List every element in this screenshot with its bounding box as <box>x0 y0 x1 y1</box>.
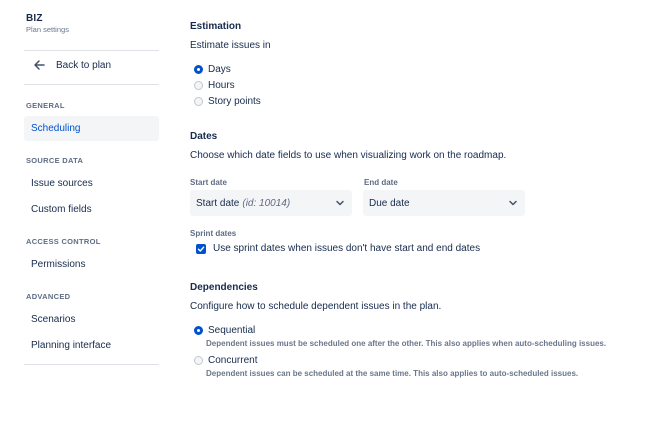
radio-hours-label: Hours <box>208 80 235 91</box>
chevron-down-icon <box>336 200 344 206</box>
sprint-dates-checkbox-label: Use sprint dates when issues don't have … <box>213 243 481 254</box>
sidebar-item-issue-sources[interactable]: Issue sources <box>24 171 159 196</box>
end-date-label: End date <box>364 178 398 187</box>
section-heading-advanced: ADVANCED <box>26 292 71 301</box>
radio-checked-icon <box>194 65 203 74</box>
radio-days[interactable]: Days <box>194 64 231 75</box>
concurrent-description: Dependent issues can be scheduled at the… <box>206 369 579 378</box>
section-heading-source-data: SOURCE DATA <box>26 156 84 165</box>
checkbox-checked-icon <box>196 243 206 254</box>
back-to-plan-button[interactable]: Back to plan <box>24 52 159 78</box>
sidebar-item-custom-fields[interactable]: Custom fields <box>24 197 159 222</box>
project-subtitle: Plan settings <box>26 25 69 34</box>
settings-content: Estimation Estimate issues in Days Hours… <box>190 0 646 421</box>
radio-days-label: Days <box>208 64 231 75</box>
radio-checked-icon <box>194 326 203 335</box>
dependencies-heading: Dependencies <box>190 282 258 293</box>
radio-concurrent-label: Concurrent <box>208 355 258 366</box>
dates-description: Choose which date fields to use when vis… <box>190 150 507 161</box>
radio-sequential-label: Sequential <box>208 325 256 336</box>
radio-unchecked-icon <box>194 81 203 90</box>
section-heading-general: GENERAL <box>26 101 65 110</box>
start-date-label: Start date <box>190 178 227 187</box>
start-date-select[interactable]: Start date (id: 10014) <box>190 190 352 216</box>
dependencies-description: Configure how to schedule dependent issu… <box>190 301 442 312</box>
back-to-plan-label: Back to plan <box>56 59 112 71</box>
sidebar-item-planning-interface[interactable]: Planning interface <box>24 333 159 358</box>
estimation-description: Estimate issues in <box>190 40 271 51</box>
project-name: BIZ <box>26 13 43 24</box>
divider <box>24 50 159 51</box>
radio-unchecked-icon <box>194 97 203 106</box>
section-heading-access-control: ACCESS CONTROL <box>26 237 101 246</box>
radio-sequential[interactable]: Sequential <box>194 325 255 336</box>
radio-unchecked-icon <box>194 356 203 365</box>
sprint-dates-checkbox[interactable]: Use sprint dates when issues don't have … <box>196 243 480 254</box>
divider <box>24 364 159 365</box>
arrow-left-icon <box>32 58 46 72</box>
sidebar-item-permissions[interactable]: Permissions <box>24 252 159 277</box>
estimation-heading: Estimation <box>190 21 242 32</box>
end-date-select[interactable]: Due date <box>363 190 525 216</box>
radio-story-points[interactable]: Story points <box>194 96 261 107</box>
divider <box>24 84 159 85</box>
sequential-description: Dependent issues must be scheduled one a… <box>206 339 607 348</box>
start-date-value: Start date <box>196 197 240 209</box>
end-date-value: Due date <box>369 197 410 209</box>
sidebar-item-scenarios[interactable]: Scenarios <box>24 307 159 332</box>
start-date-id-note: (id: 10014) <box>242 197 291 209</box>
sidebar: BIZ Plan settings Back to plan GENERAL S… <box>0 0 172 421</box>
dates-heading: Dates <box>190 131 218 142</box>
radio-concurrent[interactable]: Concurrent <box>194 355 257 366</box>
radio-story-points-label: Story points <box>208 96 261 107</box>
sidebar-item-scheduling[interactable]: Scheduling <box>24 116 159 141</box>
chevron-down-icon <box>509 200 517 206</box>
radio-hours[interactable]: Hours <box>194 80 235 91</box>
sprint-dates-label: Sprint dates <box>190 229 237 238</box>
